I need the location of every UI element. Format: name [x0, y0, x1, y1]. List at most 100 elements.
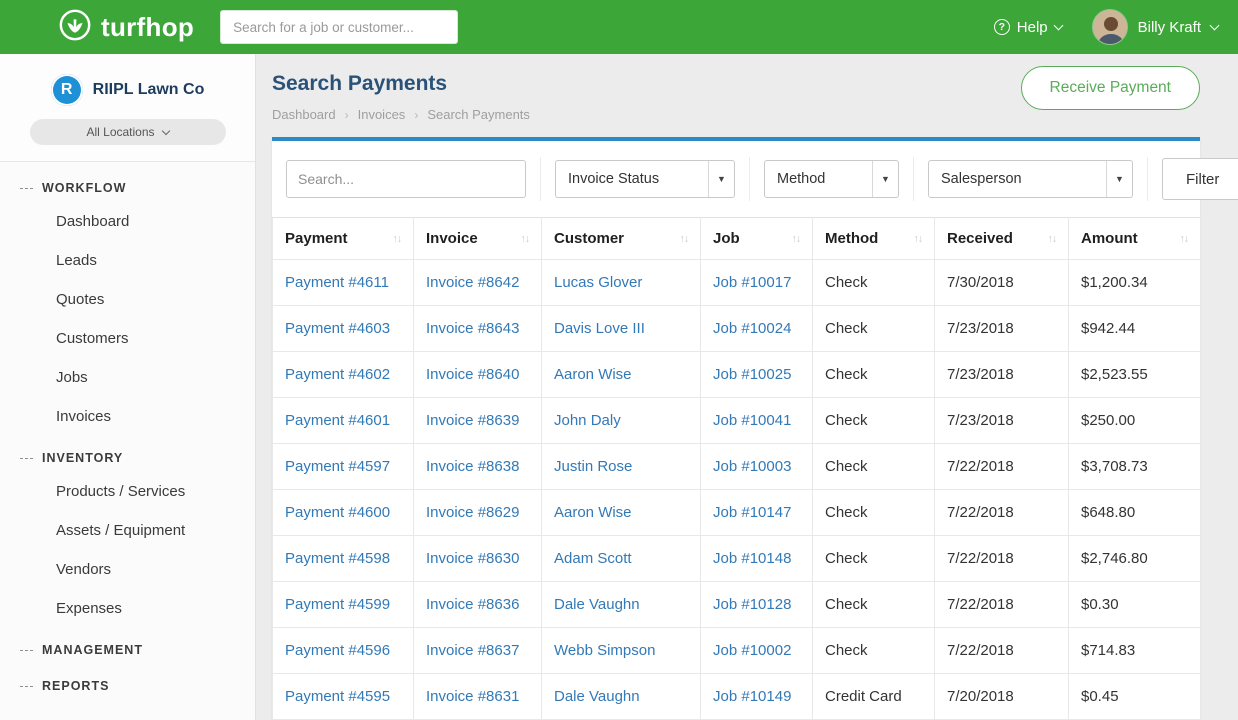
invoice-link[interactable]: Invoice #8643 [426, 320, 519, 337]
received-cell: 7/22/2018 [935, 444, 1069, 490]
received-cell: 7/22/2018 [935, 628, 1069, 674]
table-row: Payment #4599 Invoice #8636 Dale Vaughn … [273, 582, 1201, 628]
customer-link[interactable]: Dale Vaughn [554, 688, 640, 705]
receive-payment-button[interactable]: Receive Payment [1021, 66, 1200, 110]
user-menu[interactable]: Billy Kraft [1092, 9, 1218, 45]
breadcrumb-invoices[interactable]: Invoices [358, 107, 406, 122]
customer-link[interactable]: John Daly [554, 412, 621, 429]
invoice-link[interactable]: Invoice #8629 [426, 504, 519, 521]
customer-link[interactable]: Adam Scott [554, 550, 632, 567]
tree-dash-icon [20, 650, 33, 651]
customer-link[interactable]: Aaron Wise [554, 366, 632, 383]
payment-link[interactable]: Payment #4598 [285, 550, 390, 567]
payments-search-input[interactable] [286, 160, 526, 198]
job-link[interactable]: Job #10147 [713, 504, 791, 521]
table-row: Payment #4598 Invoice #8630 Adam Scott J… [273, 536, 1201, 582]
received-cell: 7/23/2018 [935, 306, 1069, 352]
method-label: Method [777, 171, 825, 187]
sidebar-item-dashboard[interactable]: Dashboard [0, 202, 255, 241]
turfhop-logo-icon [58, 8, 92, 47]
invoice-link[interactable]: Invoice #8639 [426, 412, 519, 429]
method-cell: Check [813, 398, 935, 444]
job-link[interactable]: Job #10128 [713, 596, 791, 613]
job-link[interactable]: Job #10041 [713, 412, 791, 429]
sidebar-item-quotes[interactable]: Quotes [0, 280, 255, 319]
sidebar-item-vendors[interactable]: Vendors [0, 550, 255, 589]
payment-link[interactable]: Payment #4601 [285, 412, 390, 429]
payment-link[interactable]: Payment #4611 [285, 274, 389, 291]
column-header-customer[interactable]: ↑↓Customer [542, 218, 701, 260]
sidebar-item-jobs[interactable]: Jobs [0, 358, 255, 397]
invoice-link[interactable]: Invoice #8631 [426, 688, 519, 705]
table-row: Payment #4603 Invoice #8643 Davis Love I… [273, 306, 1201, 352]
customer-link[interactable]: Davis Love III [554, 320, 645, 337]
amount-cell: $0.45 [1069, 674, 1201, 720]
invoice-link[interactable]: Invoice #8640 [426, 366, 519, 383]
job-link[interactable]: Job #10017 [713, 274, 791, 291]
breadcrumb-dashboard[interactable]: Dashboard [272, 107, 336, 122]
brand-logo[interactable]: turfhop [58, 8, 194, 47]
salesperson-label: Salesperson [941, 171, 1022, 187]
job-link[interactable]: Job #10149 [713, 688, 791, 705]
sidebar-item-leads[interactable]: Leads [0, 241, 255, 280]
payment-link[interactable]: Payment #4596 [285, 642, 390, 659]
column-header-amount[interactable]: ↑↓Amount [1069, 218, 1201, 260]
invoice-link[interactable]: Invoice #8637 [426, 642, 519, 659]
chevron-down-icon: ▼ [708, 161, 734, 197]
payment-link[interactable]: Payment #4595 [285, 688, 390, 705]
sort-icon: ↑↓ [914, 233, 923, 245]
sidebar-item-invoices[interactable]: Invoices [0, 397, 255, 436]
avatar [1092, 9, 1128, 45]
sort-icon: ↑↓ [1048, 233, 1057, 245]
method-cell: Check [813, 260, 935, 306]
job-link[interactable]: Job #10148 [713, 550, 791, 567]
sidebar-item-products-services[interactable]: Products / Services [0, 472, 255, 511]
job-link[interactable]: Job #10002 [713, 642, 791, 659]
received-cell: 7/22/2018 [935, 490, 1069, 536]
nav-section-reports: REPORTS [0, 664, 255, 700]
customer-link[interactable]: Dale Vaughn [554, 596, 640, 613]
payment-link[interactable]: Payment #4597 [285, 458, 390, 475]
job-link[interactable]: Job #10025 [713, 366, 791, 383]
job-link[interactable]: Job #10024 [713, 320, 791, 337]
customer-link[interactable]: Justin Rose [554, 458, 632, 475]
column-header-payment[interactable]: ↑↓Payment [273, 218, 414, 260]
salesperson-select[interactable]: Salesperson ▼ [928, 160, 1133, 198]
filter-button[interactable]: Filter [1162, 158, 1238, 200]
sidebar-item-assets-equipment[interactable]: Assets / Equipment [0, 511, 255, 550]
invoice-link[interactable]: Invoice #8642 [426, 274, 519, 291]
sidebar-item-expenses[interactable]: Expenses [0, 589, 255, 628]
payment-link[interactable]: Payment #4600 [285, 504, 390, 521]
amount-cell: $250.00 [1069, 398, 1201, 444]
job-link[interactable]: Job #10003 [713, 458, 791, 475]
help-menu[interactable]: ? Help [994, 19, 1062, 36]
payment-link[interactable]: Payment #4602 [285, 366, 390, 383]
payment-link[interactable]: Payment #4599 [285, 596, 390, 613]
customer-link[interactable]: Lucas Glover [554, 274, 642, 291]
payment-link[interactable]: Payment #4603 [285, 320, 390, 337]
sidebar-nav: WORKFLOW Dashboard Leads Quotes Customer… [0, 162, 255, 700]
method-cell: Check [813, 306, 935, 352]
invoice-status-select[interactable]: Invoice Status ▼ [555, 160, 735, 198]
table-row: Payment #4595 Invoice #8631 Dale Vaughn … [273, 674, 1201, 720]
chevron-down-icon [161, 127, 169, 135]
customer-link[interactable]: Aaron Wise [554, 504, 632, 521]
column-header-invoice[interactable]: ↑↓Invoice [414, 218, 542, 260]
column-header-method[interactable]: ↑↓Method [813, 218, 935, 260]
location-selector[interactable]: All Locations [30, 119, 226, 145]
sort-icon: ↑↓ [792, 233, 801, 245]
breadcrumb-separator: › [414, 108, 418, 122]
nav-section-label: MANAGEMENT [42, 643, 143, 657]
method-cell: Check [813, 628, 935, 674]
column-header-received[interactable]: ↑↓Received [935, 218, 1069, 260]
column-header-job[interactable]: ↑↓Job [701, 218, 813, 260]
customer-link[interactable]: Webb Simpson [554, 642, 655, 659]
sort-icon: ↑↓ [393, 233, 402, 245]
invoice-link[interactable]: Invoice #8636 [426, 596, 519, 613]
sidebar-item-customers[interactable]: Customers [0, 319, 255, 358]
amount-cell: $942.44 [1069, 306, 1201, 352]
invoice-link[interactable]: Invoice #8638 [426, 458, 519, 475]
invoice-link[interactable]: Invoice #8630 [426, 550, 519, 567]
method-select[interactable]: Method ▼ [764, 160, 899, 198]
global-search-input[interactable] [220, 10, 458, 44]
